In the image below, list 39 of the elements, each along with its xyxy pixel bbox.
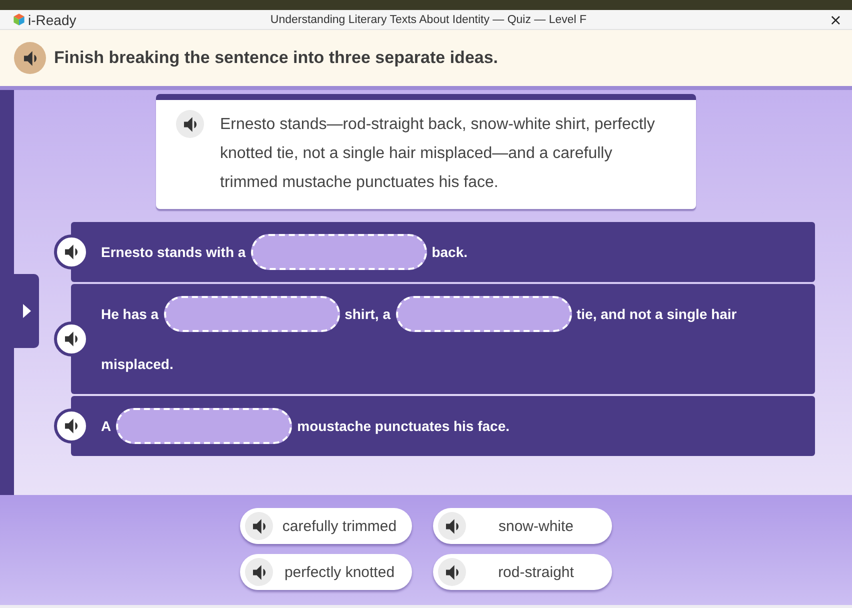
instruction-text: Finish breaking the sentence into three separate ideas. (54, 48, 498, 68)
speaker-button[interactable] (14, 42, 46, 74)
sentence-text: He has a (101, 305, 159, 324)
speaker-button[interactable] (438, 512, 466, 540)
sentence-text: A (101, 417, 112, 436)
sidebar-toggle-button[interactable] (14, 274, 39, 348)
logo-text: i-Ready (28, 12, 76, 28)
word-tile[interactable]: rod-straight (433, 554, 612, 590)
sentence-text: tie, and not a single hair (576, 305, 737, 324)
sentence-text: shirt, a (344, 305, 390, 324)
word-tile[interactable]: snow-white (433, 508, 612, 544)
speaker-icon (65, 332, 78, 346)
sentence-text: moustache punctuates his face. (297, 417, 510, 436)
speaker-icon (65, 418, 78, 434)
speaker-button[interactable] (176, 110, 204, 138)
answer-blank[interactable] (250, 234, 427, 270)
answer-blank[interactable] (116, 408, 292, 444)
cube-logo-icon (13, 13, 25, 26)
window-title: Understanding Literary Texts About Identity — Quiz — Level F (270, 14, 587, 26)
speaker-button[interactable] (438, 558, 466, 586)
speaker-icon (184, 116, 196, 132)
word-tile[interactable]: perfectly knotted (240, 554, 412, 590)
speaker-button[interactable] (245, 512, 273, 540)
caret-icon (22, 304, 30, 318)
sentence-text: misplaced. (101, 355, 174, 374)
passage-text: Ernesto stands—rod-straight back, snow-white shirt, perfectly knotted tie, not a single hair misplaced—and a carefully trimmed mustache punctuates his face. (220, 115, 656, 193)
speaker-icon (24, 50, 36, 66)
word-tile[interactable]: carefully trimmed (240, 508, 412, 544)
close-button[interactable]: × (827, 12, 844, 28)
speaker-button[interactable] (245, 558, 273, 586)
speaker-icon (252, 518, 266, 534)
speaker-icon (446, 564, 458, 580)
sentence-text: Ernesto stands with a (101, 243, 246, 262)
speaker-icon (252, 564, 266, 580)
answer-blank[interactable] (396, 296, 572, 332)
sentence-text: back. (432, 243, 468, 262)
speaker-icon (446, 518, 458, 534)
speaker-icon (65, 244, 78, 260)
answer-blank[interactable] (164, 296, 340, 332)
